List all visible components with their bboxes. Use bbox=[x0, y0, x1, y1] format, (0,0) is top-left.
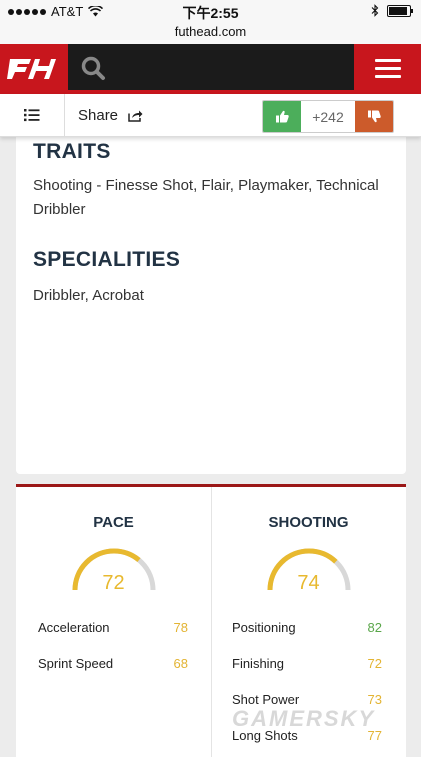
shooting-value: 74 bbox=[297, 572, 320, 594]
stat-value: 73 bbox=[367, 692, 382, 707]
hamburger-menu-icon[interactable] bbox=[374, 54, 401, 83]
thumbs-down-icon[interactable] bbox=[367, 110, 381, 123]
stat-row-finishing: Finishing 72 bbox=[232, 656, 382, 676]
pace-column: PACE 72 Acceleration 78 Sprint Speed 68 bbox=[16, 487, 212, 757]
traits-card: TRAITS Shooting - Finesse Shot, Flair, P… bbox=[16, 124, 406, 474]
search-bar[interactable] bbox=[68, 44, 354, 92]
ios-status-bar: AT&T 下午2:55 futhead.com bbox=[0, 0, 421, 44]
downvote-button[interactable] bbox=[355, 101, 393, 132]
traits-heading: TRAITS bbox=[33, 140, 111, 163]
traits-text: Shooting - Finesse Shot, Flair, Playmake… bbox=[33, 177, 379, 218]
specialities-text: Dribbler, Acrobat bbox=[33, 287, 144, 304]
pace-heading: PACE bbox=[93, 514, 134, 531]
site-header bbox=[0, 44, 421, 92]
stat-name: Positioning bbox=[232, 620, 296, 635]
share-toolbar: Share +242 bbox=[0, 94, 421, 137]
address-url[interactable]: futhead.com bbox=[0, 24, 421, 39]
watermark: GAMERSKY bbox=[232, 706, 376, 731]
list-toggle-button[interactable] bbox=[0, 94, 65, 136]
clock: 下午2:55 bbox=[182, 5, 239, 21]
share-icon bbox=[128, 110, 143, 122]
stat-name: Sprint Speed bbox=[38, 656, 114, 671]
vote-widget: +242 bbox=[262, 100, 394, 133]
stat-row-positioning: Positioning 82 bbox=[232, 620, 382, 640]
share-label: Share bbox=[78, 106, 119, 124]
stat-value: 78 bbox=[173, 620, 188, 635]
stat-row-acceleration: Acceleration 78 bbox=[38, 620, 188, 640]
menu-button[interactable] bbox=[354, 44, 421, 92]
battery-icon bbox=[387, 4, 413, 17]
vote-count: +242 bbox=[301, 101, 355, 132]
futhead-logo-icon[interactable] bbox=[0, 44, 68, 92]
specialities-heading: SPECIALITIES bbox=[33, 248, 181, 271]
stat-name: Finishing bbox=[232, 656, 285, 671]
upvote-button[interactable] bbox=[263, 101, 301, 132]
stat-value: 82 bbox=[367, 620, 382, 635]
pace-value: 72 bbox=[102, 572, 125, 594]
stat-name: Shot Power bbox=[232, 692, 300, 707]
stat-value: 72 bbox=[367, 656, 382, 671]
stat-row-sprint-speed: Sprint Speed 68 bbox=[38, 656, 188, 676]
shooting-heading: SHOOTING bbox=[268, 514, 349, 531]
share-button[interactable]: Share bbox=[78, 94, 143, 136]
search-icon[interactable] bbox=[80, 55, 106, 81]
list-icon[interactable] bbox=[24, 108, 40, 122]
thumbs-up-icon[interactable] bbox=[275, 110, 289, 123]
stat-name: Acceleration bbox=[38, 620, 110, 635]
stat-value: 68 bbox=[173, 656, 188, 671]
status-right bbox=[371, 4, 413, 17]
bluetooth-icon bbox=[371, 4, 379, 17]
